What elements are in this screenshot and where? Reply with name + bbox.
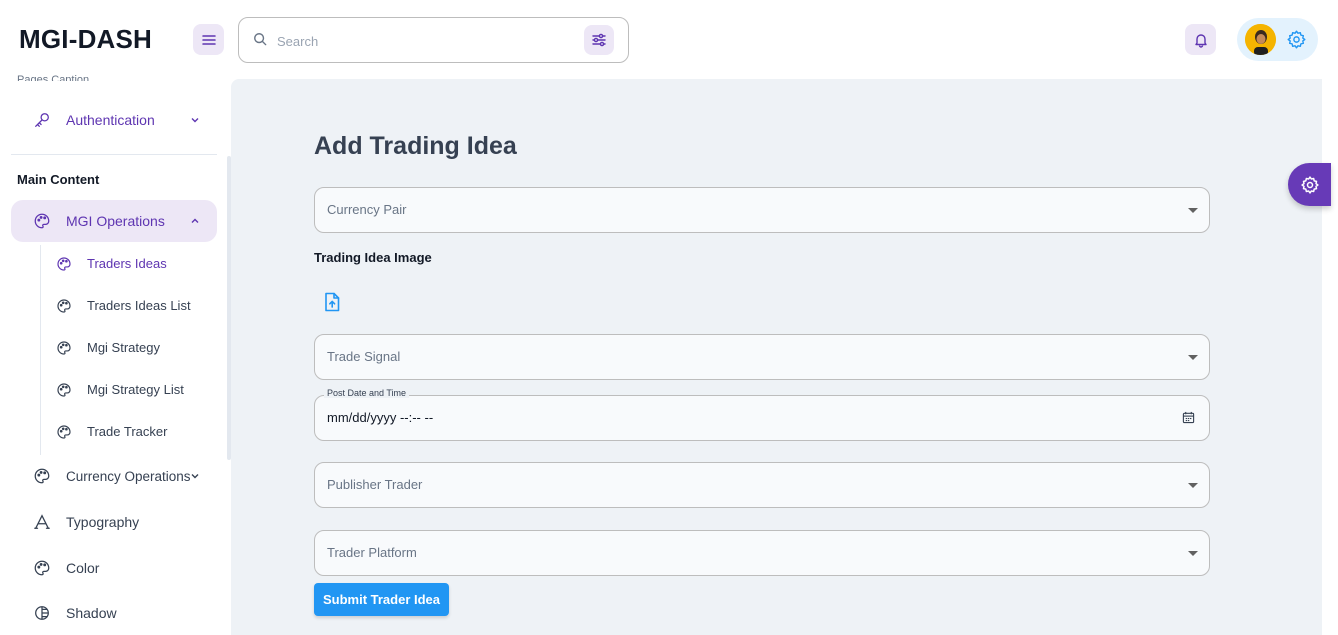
sidebar-subitem-label: Traders Ideas List [87, 298, 191, 313]
menu-icon [201, 34, 216, 45]
palette-icon [33, 559, 51, 577]
bell-icon [1194, 33, 1207, 48]
search-filter-button[interactable] [584, 25, 614, 55]
sidebar-divider [11, 154, 217, 155]
sidebar-section-title: Main Content [17, 172, 100, 187]
sidebar-item-label: Currency Operations [66, 468, 191, 484]
datetime-label: Post Date and Time [324, 388, 410, 398]
select-placeholder: Trade Signal [327, 349, 401, 364]
search-icon [253, 32, 267, 46]
caret-down-icon [1188, 208, 1198, 213]
sidebar-item-mgi-operations[interactable]: MGI Operations [11, 200, 217, 242]
trader-platform-select[interactable]: Trader Platform [314, 530, 1210, 576]
key-icon [33, 111, 51, 129]
palette-icon [33, 212, 51, 230]
publisher-trader-select[interactable]: Publisher Trader [314, 462, 1210, 508]
sidebar-item-authentication[interactable]: Authentication [11, 99, 217, 141]
page-title: Add Trading Idea [314, 132, 517, 160]
caret-down-icon [1188, 355, 1198, 360]
caret-down-icon [1188, 483, 1198, 488]
select-placeholder: Trader Platform [327, 545, 417, 560]
caret-down-icon [1188, 551, 1198, 556]
sidebar-item-label: Color [66, 560, 100, 576]
select-placeholder: Publisher Trader [327, 477, 423, 492]
shadow-icon [33, 604, 51, 622]
app-logo[interactable]: MGI-DASH [19, 24, 152, 55]
menu-toggle-button[interactable] [193, 24, 224, 55]
post-datetime-input[interactable]: Post Date and Time mm/dd/yyyy --:-- -- [314, 388, 1210, 441]
sidebar-subitem-label: Traders Ideas [87, 256, 167, 271]
image-field-label: Trading Idea Image [314, 250, 432, 265]
notifications-button[interactable] [1185, 24, 1216, 55]
palette-icon [56, 382, 72, 398]
sidebar-subitem-mgi-strategy-list[interactable]: Mgi Strategy List [44, 371, 214, 409]
chevron-up-icon [189, 215, 201, 227]
sidebar-item-label: MGI Operations [66, 213, 165, 229]
submit-trader-idea-button[interactable]: Submit Trader Idea [314, 583, 449, 616]
sidebar-item-label: Authentication [66, 112, 155, 128]
sidebar: Pages Caption Authentication Main Conten… [0, 74, 231, 635]
palette-icon [56, 298, 72, 314]
chevron-down-icon [189, 114, 201, 126]
profile-chip[interactable] [1237, 18, 1318, 61]
palette-icon [33, 467, 51, 485]
sidebar-item-typography[interactable]: Typography [11, 501, 217, 543]
settings-gear-icon [1286, 29, 1307, 50]
trade-signal-select[interactable]: Trade Signal [314, 334, 1210, 380]
sidebar-caption: Pages Caption [17, 74, 90, 81]
sidebar-subitem-mgi-strategy[interactable]: Mgi Strategy [44, 329, 214, 367]
search-input[interactable] [277, 30, 577, 52]
customize-settings-button[interactable] [1288, 163, 1331, 206]
search-box [238, 17, 629, 63]
calendar-icon[interactable] [1182, 411, 1195, 424]
sidebar-item-currency-operations[interactable]: Currency Operations [11, 455, 217, 497]
typography-icon [33, 513, 51, 531]
palette-icon [56, 424, 72, 440]
filter-icon [592, 33, 606, 47]
datetime-value: mm/dd/yyyy --:-- -- [327, 410, 434, 425]
submenu-guide-line [40, 245, 41, 455]
avatar [1245, 24, 1276, 55]
select-placeholder: Currency Pair [327, 202, 407, 217]
currency-pair-select[interactable]: Currency Pair [314, 187, 1210, 233]
sidebar-subitem-label: Trade Tracker [87, 424, 168, 439]
file-upload-icon[interactable] [323, 292, 341, 312]
sidebar-item-label: Shadow [66, 605, 117, 621]
sidebar-subitem-trade-tracker[interactable]: Trade Tracker [44, 413, 214, 451]
chevron-down-icon [189, 470, 201, 482]
sidebar-item-shadow[interactable]: Shadow [11, 592, 217, 634]
sidebar-item-label: Typography [66, 514, 140, 530]
sidebar-subitem-traders-ideas-list[interactable]: Traders Ideas List [44, 287, 214, 325]
gear-icon [1300, 175, 1319, 194]
sidebar-subitem-label: Mgi Strategy [87, 340, 160, 355]
sidebar-subitem-traders-ideas[interactable]: Traders Ideas [44, 245, 214, 283]
sidebar-subitem-label: Mgi Strategy List [87, 382, 184, 397]
main-content: Add Trading Idea Currency Pair Trading I… [231, 79, 1322, 635]
sidebar-item-color[interactable]: Color [11, 547, 217, 589]
top-header: MGI-DASH [0, 0, 1338, 79]
palette-icon [56, 256, 72, 272]
palette-icon [56, 340, 72, 356]
